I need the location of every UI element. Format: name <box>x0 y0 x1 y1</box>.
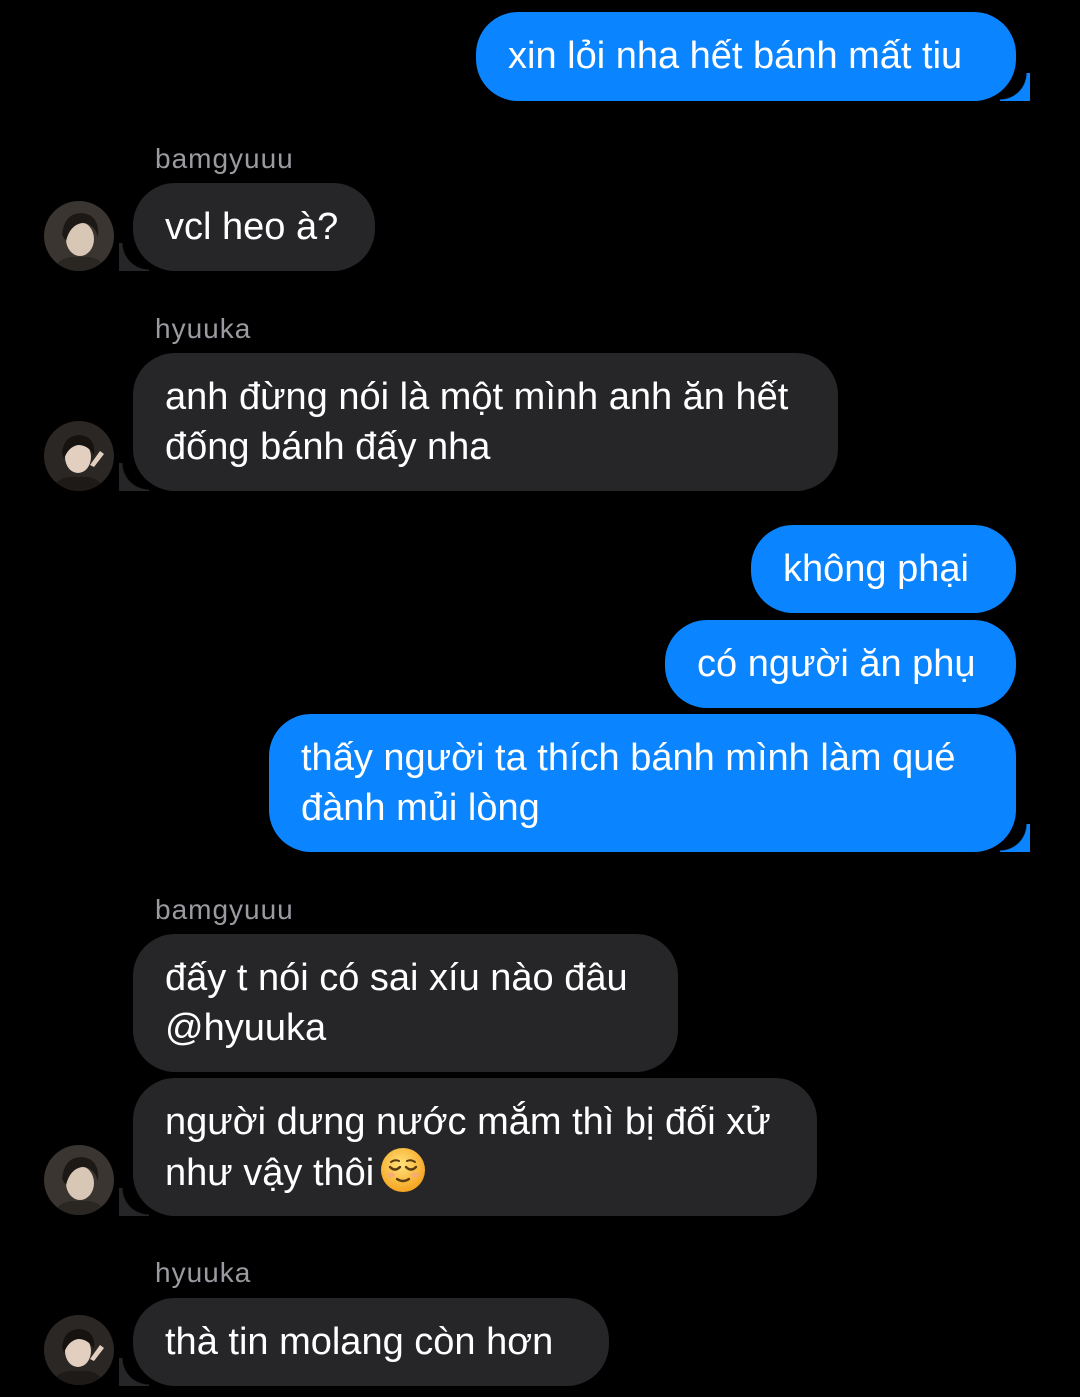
sender-name: bamgyuuu <box>155 894 294 925</box>
sent-message-bubble[interactable]: thấy người ta thích bánh mình làm qué đà… <box>269 714 1030 852</box>
message-text: có người ăn phụ <box>697 643 976 685</box>
message-text-with-emoji: như vậy thôi <box>165 1147 783 1198</box>
sent-message-bubble[interactable]: không phại <box>751 525 1016 613</box>
message-text: @hyuuka <box>165 1007 327 1049</box>
received-message-bubble[interactable]: anh đừng nói là một mình anh ăn hết đống… <box>119 353 838 491</box>
received-message-bubble[interactable]: thà tin molang còn hơn <box>119 1298 609 1386</box>
message-text: xin lỏi nha hết bánh mất tiu <box>508 35 963 77</box>
avatar-photo-icon <box>44 421 114 491</box>
received-message-bubble[interactable]: vcl heo à? <box>119 183 375 271</box>
message-text: thấy người ta thích bánh mình làm qué <box>301 737 956 779</box>
sender-name: hyuuka <box>155 313 252 344</box>
received-message-bubble[interactable]: đấy t nói có sai xíu nào đâu @hyuuka <box>133 934 678 1072</box>
message-text: người dưng nước mắm thì bị đối xử <box>165 1101 771 1143</box>
message-text: vcl heo à? <box>165 206 339 248</box>
message-text: không phại <box>783 548 969 590</box>
sent-message-bubble[interactable]: có người ăn phụ <box>665 620 1016 708</box>
message-text: như vậy thôi <box>165 1152 375 1194</box>
avatar[interactable] <box>44 1315 114 1385</box>
sent-message-bubble[interactable]: xin lỏi nha hết bánh mất tiu <box>476 12 1030 101</box>
avatar-photo-icon <box>44 201 114 271</box>
message-text: đống bánh đấy nha <box>165 426 491 468</box>
relieved-face-emoji <box>381 1148 426 1192</box>
message-text: thà tin molang còn hơn <box>165 1321 554 1363</box>
received-message-bubble[interactable]: người dưng nước mắm thì bị đối xử như vậ… <box>119 1078 817 1216</box>
avatar[interactable] <box>44 1145 114 1215</box>
avatar-photo-icon <box>44 1145 114 1215</box>
avatar[interactable] <box>44 201 114 271</box>
message-text: đành mủi lòng <box>301 787 540 829</box>
sender-name: bamgyuuu <box>155 143 294 174</box>
avatar[interactable] <box>44 421 114 491</box>
avatar-photo-icon <box>44 1315 114 1385</box>
sender-name: hyuuka <box>155 1257 252 1288</box>
message-text: đấy t nói có sai xíu nào đâu <box>165 957 628 999</box>
message-text: anh đừng nói là một mình anh ăn hết <box>165 376 789 418</box>
